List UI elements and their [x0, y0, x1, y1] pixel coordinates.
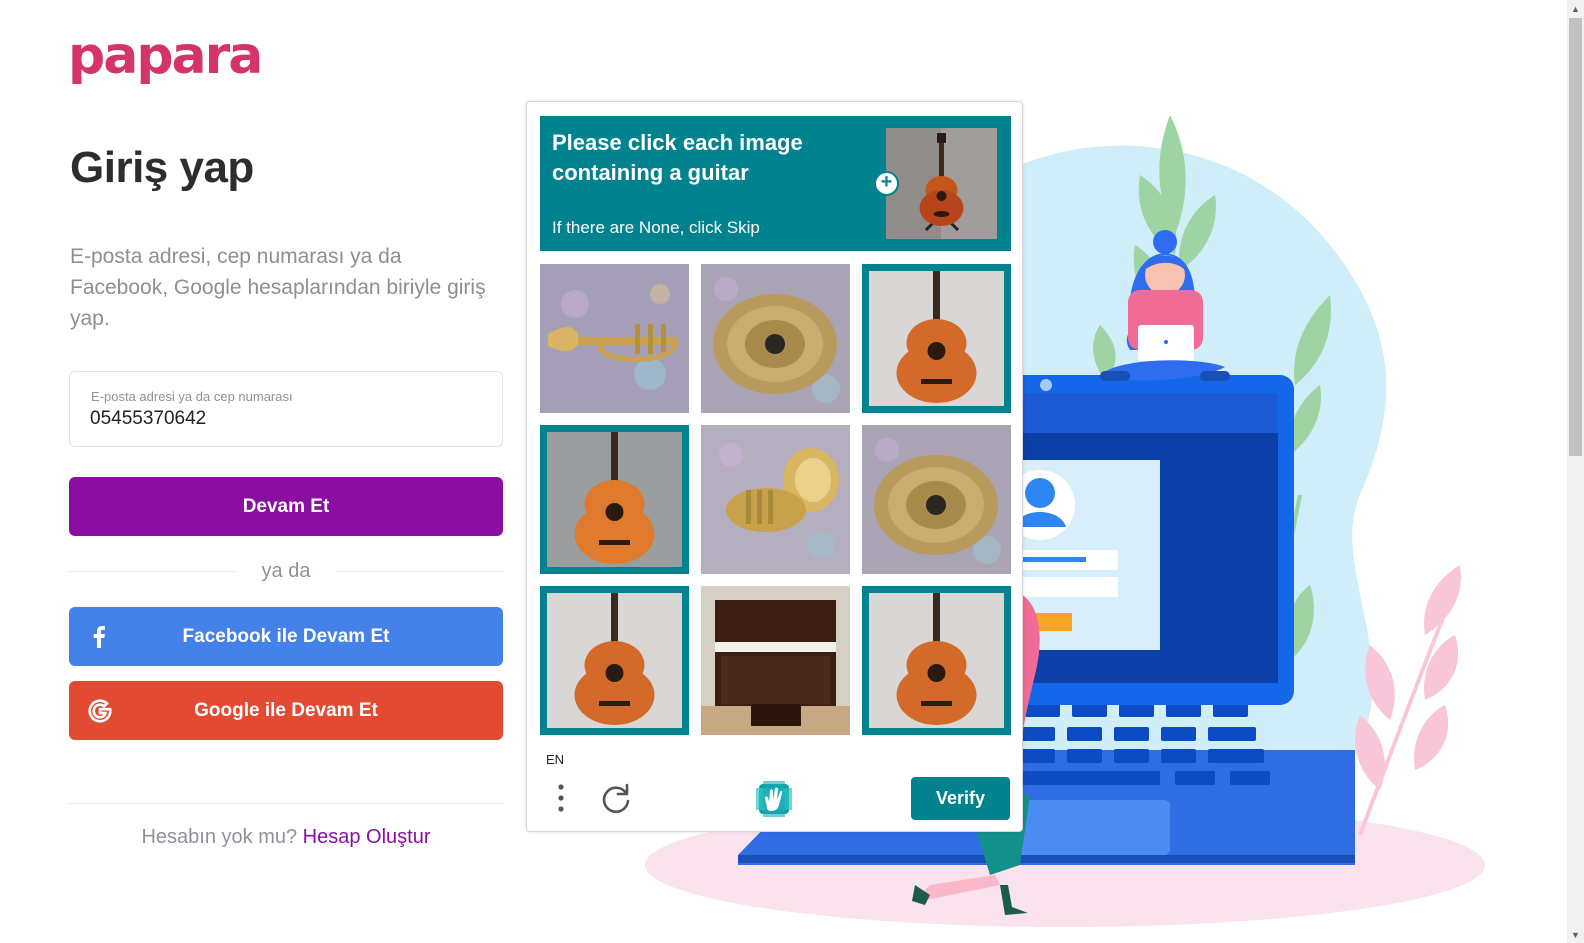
piano-image [701, 586, 850, 735]
guitar-image [547, 593, 682, 728]
scroll-down-icon[interactable]: ▼ [1567, 926, 1584, 943]
tuba-image [701, 425, 850, 574]
captcha-example-image[interactable] [886, 128, 997, 239]
email-phone-input[interactable] [90, 408, 490, 430]
page-title: Giriş yap [70, 143, 254, 192]
continue-button[interactable]: Devam Et [69, 477, 503, 536]
or-divider: ya da [69, 558, 503, 586]
google-button-label: Google ile Devam Et [194, 699, 378, 721]
captcha-prompt: Please click each image containing a gui… [552, 130, 803, 185]
captcha-tile-9-guitar-selected[interactable] [862, 586, 1011, 735]
captcha-header: Please click each image containing a gui… [540, 116, 1011, 251]
email-phone-field[interactable]: E-posta adresi ya da cep numarası [69, 371, 503, 447]
language-selector[interactable]: EN [546, 752, 564, 767]
captcha-tile-5-tuba[interactable] [701, 425, 850, 574]
footer-divider [69, 803, 503, 804]
scroll-thumb[interactable] [1569, 18, 1582, 456]
papara-logo: papara [68, 26, 263, 86]
plus-icon[interactable]: + [874, 171, 899, 196]
facebook-continue-button[interactable]: Facebook ile Devam Et [69, 607, 503, 666]
facebook-button-label: Facebook ile Devam Et [182, 625, 390, 647]
captcha-tile-2-cymbal[interactable] [701, 264, 850, 413]
login-description: E-posta adresi, cep numarası ya da Faceb… [70, 245, 486, 330]
captcha-challenge: Please click each image containing a gui… [526, 101, 1023, 832]
captcha-image-grid [540, 264, 1011, 735]
captcha-subtext: If there are None, click Skip [552, 218, 760, 237]
guitar-image [547, 432, 682, 567]
hcaptcha-logo-icon[interactable] [753, 778, 795, 820]
signup-link[interactable]: Hesap Oluştur [303, 826, 431, 848]
captcha-tile-1-trumpet[interactable] [540, 264, 689, 413]
divider-line-right [337, 571, 503, 572]
trumpet-image [540, 264, 689, 413]
captcha-tile-6-cymbal[interactable] [862, 425, 1011, 574]
verify-button[interactable]: Verify [911, 777, 1010, 820]
google-icon [88, 698, 112, 723]
page-scrollbar[interactable]: ▲ ▼ [1567, 0, 1584, 943]
vertical-dots-icon[interactable] [553, 782, 569, 814]
guitar-image [869, 271, 1004, 406]
refresh-icon[interactable] [600, 782, 634, 816]
google-continue-button[interactable]: Google ile Devam Et [69, 681, 503, 740]
facebook-icon [87, 625, 111, 649]
captcha-tile-8-piano[interactable] [701, 586, 850, 735]
captcha-tile-3-guitar-selected[interactable] [862, 264, 1011, 413]
scroll-up-icon[interactable]: ▲ [1567, 0, 1584, 17]
cymbal-image [701, 264, 850, 413]
signup-row: Hesabın yok mu? Hesap Oluştur [69, 826, 503, 849]
captcha-tile-4-guitar-selected[interactable] [540, 425, 689, 574]
verify-button-label: Verify [935, 788, 986, 808]
continue-button-label: Devam Et [242, 495, 330, 517]
cymbal-image [862, 425, 1011, 574]
captcha-tile-7-guitar-selected[interactable] [540, 586, 689, 735]
signup-prompt: Hesabın yok mu? [141, 826, 298, 848]
guitar-image [869, 593, 1004, 728]
email-phone-label: E-posta adresi ya da cep numarası [91, 389, 293, 404]
